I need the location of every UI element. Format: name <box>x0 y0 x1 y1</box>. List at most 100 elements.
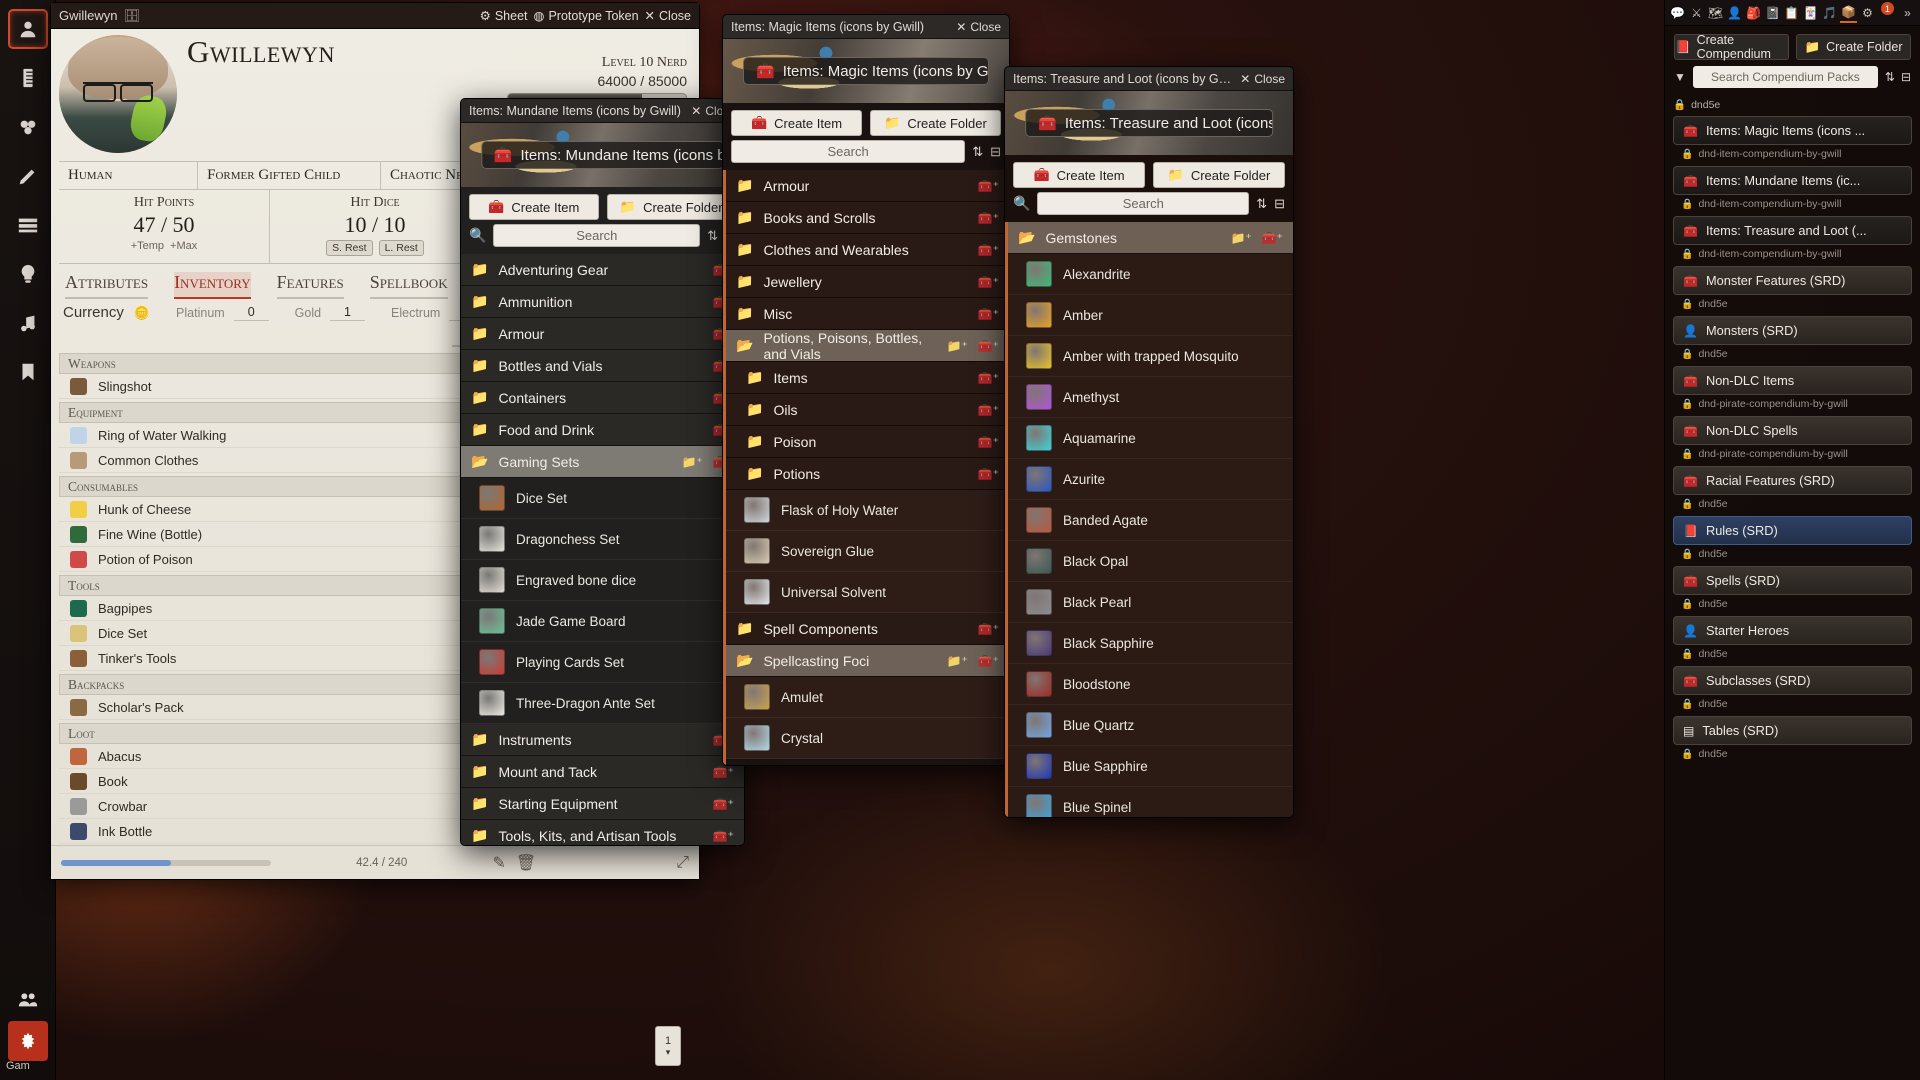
directory-entry[interactable]: Engraved bone dice <box>461 560 744 601</box>
collapse-icon[interactable]: ⊟ <box>1901 70 1911 84</box>
compendium-pack[interactable]: 📕 Rules (SRD) 🔒 dnd5e <box>1673 516 1912 564</box>
pack-header[interactable]: ▤ Tables (SRD) <box>1673 716 1912 745</box>
directory-folder[interactable]: 📁 Armour 🧰⁺ <box>461 318 744 350</box>
directory-entry[interactable]: Jade Game Board <box>461 601 744 642</box>
add-item-icon[interactable]: 🧰⁺ <box>978 275 999 289</box>
long-rest-button[interactable]: L. Rest <box>378 240 424 256</box>
add-item-icon[interactable]: 🧰⁺ <box>978 654 999 668</box>
trait-background[interactable]: Former Gifted Child <box>198 162 381 189</box>
chevron-down-icon[interactable]: ▾ <box>666 1047 671 1058</box>
sort-icon[interactable]: ⇅ <box>707 228 718 244</box>
directory-entry[interactable]: Crystal <box>726 718 1009 759</box>
directory-entry[interactable]: Three-Dragon Ante Set <box>461 683 744 724</box>
directory-entry[interactable]: Dice Set <box>461 478 744 519</box>
add-folder-icon[interactable]: 📁⁺ <box>946 654 967 668</box>
search-input[interactable]: Search <box>1037 192 1250 215</box>
actors-icon[interactable]: 👤 <box>1726 3 1743 23</box>
magic-directory-list[interactable]: 📁 Armour 🧰⁺ 📁 Books and Scrolls 🧰⁺ 📁 Clo… <box>723 170 1009 765</box>
directory-folder[interactable]: 📁 Jewellery 🧰⁺ <box>726 266 1009 298</box>
directory-folder[interactable]: 📁 Instruments 🧰⁺ <box>461 724 744 756</box>
sounds-icon[interactable] <box>8 303 48 343</box>
currency-platinum[interactable]: Platinum 0 <box>176 305 269 321</box>
compendium-pack[interactable]: 🧰 Monster Features (SRD) 🔒 dnd5e <box>1673 266 1912 314</box>
directory-entry[interactable]: Amulet <box>726 677 1009 718</box>
pack-header[interactable]: 🧰 Racial Features (SRD) <box>1673 466 1912 495</box>
compendium-icon[interactable]: 📦 <box>1840 3 1857 23</box>
pack-header[interactable]: 📕 Rules (SRD) <box>1673 516 1912 545</box>
compendium-pack[interactable]: 🧰 Items: Treasure and Loot (... 🔒 dnd-it… <box>1673 216 1912 264</box>
sheet-config-button[interactable]: ⚙ Sheet <box>480 8 528 24</box>
collapse-icon[interactable]: ⊟ <box>1274 196 1285 212</box>
add-folder-icon[interactable]: 📁⁺ <box>1230 231 1251 245</box>
directory-entry[interactable]: Blue Spinel <box>1008 787 1293 817</box>
directory-folder[interactable]: 📁 Bottles and Vials 🧰⁺ <box>461 350 744 382</box>
magic-close-button[interactable]: ✕ Close <box>956 20 1001 34</box>
add-item-icon[interactable]: 🧰⁺ <box>978 467 999 481</box>
token-controls-icon[interactable] <box>7 9 48 49</box>
directory-entry[interactable]: Amber <box>1008 295 1293 336</box>
sidebar-tabs[interactable]: 💬 ⚔ 🗺 👤 🎒 📓 📋 🃏 🎵 📦 ⚙ 1 » <box>1665 0 1920 26</box>
add-item-icon[interactable]: 🧰⁺ <box>978 403 999 417</box>
hit-points-stat[interactable]: Hit Points 47 / 50 +Temp +Max <box>59 190 270 263</box>
compendium-pack[interactable]: 🧰 Spells (SRD) 🔒 dnd5e <box>1673 566 1912 614</box>
add-item-icon[interactable]: 🧰⁺ <box>978 371 999 385</box>
items-icon[interactable]: 🎒 <box>1745 3 1762 23</box>
add-item-icon[interactable]: 🧰⁺ <box>1262 231 1283 245</box>
collapse-icon[interactable]: ⊟ <box>990 144 1001 160</box>
directory-entry[interactable]: Azurite <box>1008 459 1293 500</box>
create-compendium-button[interactable]: 📕 Create Compendium <box>1674 33 1789 61</box>
max-hp-label[interactable]: +Max <box>170 240 197 252</box>
delete-item-icon[interactable]: 🗑 <box>516 853 536 873</box>
directory-entry[interactable]: Alexandrite <box>1008 254 1293 295</box>
cards-icon[interactable]: 🃏 <box>1802 3 1819 23</box>
tab-spellbook[interactable]: Spellbook <box>369 272 448 299</box>
notes-icon[interactable] <box>8 352 48 392</box>
pack-header[interactable]: 🧰 Non-DLC Spells <box>1673 416 1912 445</box>
directory-folder[interactable]: 📂 Gemstones 📁⁺ 🧰⁺ <box>1008 222 1293 254</box>
trait-race[interactable]: Human <box>59 162 199 189</box>
search-compendium-input[interactable]: Search Compendium Packs <box>1692 66 1878 88</box>
add-folder-icon[interactable]: 📁⁺ <box>946 339 967 353</box>
directory-folder[interactable]: 📁 Ammunition 🧰⁺ <box>461 286 744 318</box>
directory-folder[interactable]: 📂 Spellcasting Foci 📁⁺ 🧰⁺ <box>726 645 1009 677</box>
playlists-icon[interactable]: 🎵 <box>1821 3 1838 23</box>
combat-icon[interactable]: ⚔ <box>1688 3 1705 23</box>
measure-icon[interactable] <box>8 58 48 98</box>
compendium-packs-list[interactable]: 🧰 Items: Magic Items (icons ... 🔒 dnd-it… <box>1665 116 1920 1080</box>
directory-folder[interactable]: 📁 Armour 🧰⁺ <box>726 170 1009 202</box>
add-item-icon[interactable]: 🧰⁺ <box>713 765 734 779</box>
directory-entry[interactable]: Banded Agate <box>1008 500 1293 541</box>
create-item-button[interactable]: 🧰 Create Item <box>731 110 862 136</box>
compendium-pack[interactable]: 🧰 Non-DLC Spells 🔒 dnd-pirate-compendium… <box>1673 416 1912 464</box>
directory-folder[interactable]: 📁 Containers 🧰⁺ <box>461 382 744 414</box>
directory-folder[interactable]: 📂 Gaming Sets 📁⁺ 🧰⁺ <box>461 446 744 478</box>
avatar[interactable] <box>59 35 177 153</box>
directory-folder[interactable]: 📁 Tools, Kits, and Artisan Tools 🧰⁺ <box>461 820 744 845</box>
add-item-icon[interactable]: 🧰⁺ <box>713 829 734 843</box>
directory-folder[interactable]: 📁 Books and Scrolls 🧰⁺ <box>726 202 1009 234</box>
add-item-icon[interactable]: 🧰⁺ <box>713 797 734 811</box>
directory-folder[interactable]: 📂 Potions, Poisons, Bottles, and Vials 📁… <box>726 330 1009 362</box>
compendium-pack[interactable]: 🧰 Racial Features (SRD) 🔒 dnd5e <box>1673 466 1912 514</box>
compendium-pack[interactable]: 🧰 Items: Magic Items (icons ... 🔒 dnd-it… <box>1673 116 1912 164</box>
directory-folder[interactable]: 📁 Poison 🧰⁺ <box>726 426 1009 458</box>
players-icon[interactable] <box>8 979 48 1019</box>
sort-icon[interactable]: ⇅ <box>1256 196 1267 212</box>
pack-header[interactable]: 🧰 Spells (SRD) <box>1673 566 1912 595</box>
directory-folder[interactable]: 📁 Food and Drink 🧰⁺ <box>461 414 744 446</box>
game-settings-icon[interactable] <box>8 1021 48 1061</box>
close-button[interactable]: ✕ Close <box>645 8 691 24</box>
directory-folder[interactable]: 📁 Misc 🧰⁺ <box>726 298 1009 330</box>
compendium-pack[interactable]: 👤 Monsters (SRD) 🔒 dnd5e <box>1673 316 1912 364</box>
treasure-directory-list[interactable]: 📂 Gemstones 📁⁺ 🧰⁺ Alexandrite Amber Ambe… <box>1005 222 1293 817</box>
add-folder-icon[interactable]: 📁⁺ <box>681 455 702 469</box>
pack-header[interactable]: 🧰 Items: Magic Items (icons ... <box>1673 116 1912 145</box>
scenes-icon[interactable]: 🗺 <box>1707 3 1724 23</box>
expand-icon[interactable]: ⤢ <box>676 854 689 872</box>
directory-folder[interactable]: 📁 Oils 🧰⁺ <box>726 394 1009 426</box>
edit-item-icon[interactable]: ✎ <box>492 853 505 873</box>
drawings-icon[interactable] <box>8 156 48 196</box>
filter-icon[interactable]: ▼ <box>1674 70 1686 84</box>
add-item-icon[interactable]: 🧰⁺ <box>978 339 999 353</box>
short-rest-button[interactable]: S. Rest <box>326 240 373 256</box>
